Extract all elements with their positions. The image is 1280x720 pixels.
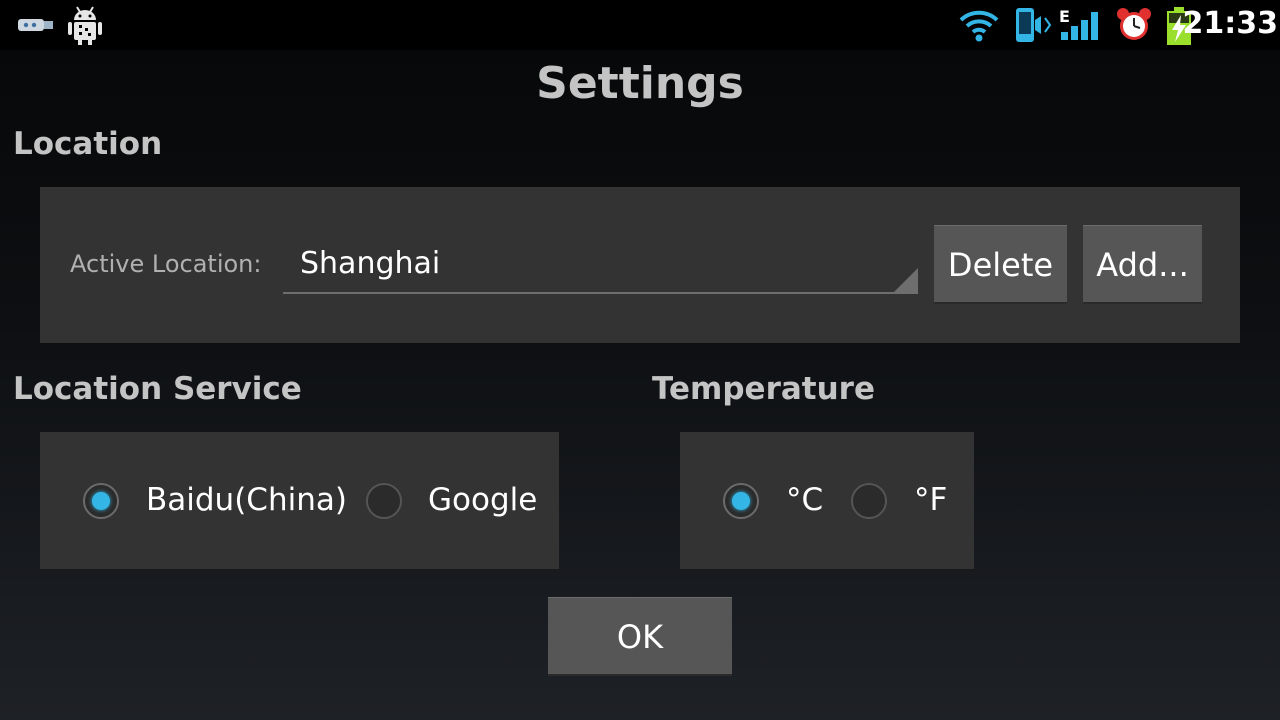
android-debug-icon bbox=[66, 4, 104, 50]
signal-e-icon: E bbox=[1058, 6, 1108, 46]
location-heading: Location bbox=[13, 126, 163, 162]
radio-baidu-label[interactable]: Baidu(China) bbox=[146, 482, 347, 518]
radio-fahrenheit-label[interactable]: °F bbox=[914, 482, 947, 518]
radio-celsius-label[interactable]: °C bbox=[786, 482, 823, 518]
location-service-heading: Location Service bbox=[13, 371, 302, 407]
signal-type-text: E bbox=[1059, 7, 1070, 26]
ok-button[interactable]: OK bbox=[548, 597, 732, 676]
radio-google[interactable] bbox=[366, 483, 402, 519]
active-location-label: Active Location: bbox=[70, 250, 262, 278]
clock: 21:33 bbox=[1182, 6, 1279, 41]
vibrate-icon bbox=[1010, 6, 1056, 48]
temperature-heading: Temperature bbox=[652, 371, 875, 407]
dropdown-arrow-icon bbox=[894, 268, 918, 292]
active-location-spinner[interactable]: Shanghai bbox=[283, 238, 918, 294]
radio-selected-dot bbox=[92, 492, 110, 510]
radio-baidu[interactable] bbox=[83, 483, 119, 519]
active-location-value: Shanghai bbox=[300, 246, 441, 281]
radio-google-label[interactable]: Google bbox=[428, 482, 537, 518]
radio-fahrenheit[interactable] bbox=[851, 483, 887, 519]
wifi-icon bbox=[958, 8, 1000, 48]
delete-button[interactable]: Delete bbox=[934, 225, 1067, 304]
radio-celsius[interactable] bbox=[723, 483, 759, 519]
page-title: Settings bbox=[536, 58, 744, 109]
add-location-button[interactable]: Add... bbox=[1083, 225, 1202, 304]
status-bar: E 21:33 bbox=[0, 0, 1280, 50]
alarm-icon bbox=[1114, 6, 1154, 48]
radio-selected-dot bbox=[732, 492, 750, 510]
usb-icon bbox=[16, 12, 56, 42]
